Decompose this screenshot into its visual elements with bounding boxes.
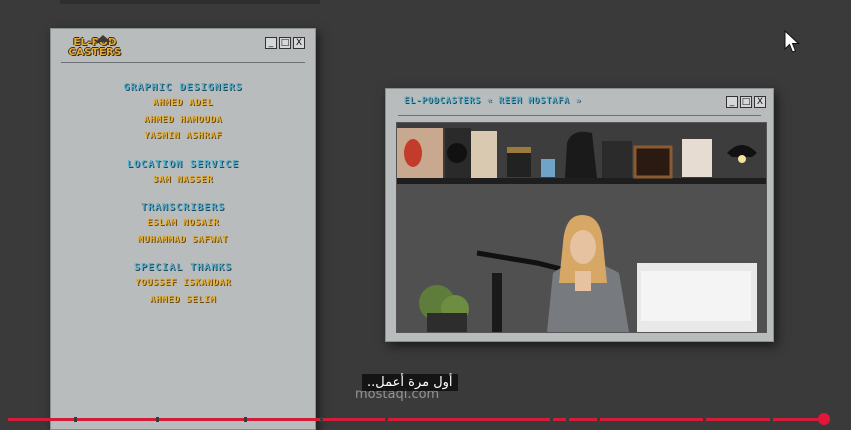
close-button[interactable]: X xyxy=(754,96,766,108)
chapter-marker xyxy=(703,417,706,422)
credits-list: GRAPHIC DESIGNERS AHMED ADEL AHMED HAMOU… xyxy=(51,81,315,321)
progress-played xyxy=(8,418,824,421)
credit-name: AHMED ADEL xyxy=(152,98,214,108)
chapter-marker xyxy=(770,417,773,422)
credit-name: AHMED HAMOUDA xyxy=(143,114,223,125)
section-title: GRAPHIC DESIGNERS xyxy=(123,82,243,93)
progress-scrubber-handle[interactable] xyxy=(818,413,830,425)
minimize-button[interactable]: _ xyxy=(265,37,277,49)
credit-name: YOUSSEF ISKANDAR xyxy=(134,278,232,288)
credits-window-controls: _ □ X xyxy=(265,37,305,49)
chapter-marker xyxy=(566,417,569,422)
credits-section-special-thanks: SPECIAL THANKS YOUSSEF ISKANDAR AHMED SE… xyxy=(51,261,315,308)
section-title: TRANSCRIBERS xyxy=(140,202,226,213)
video-window-controls: _ □ X xyxy=(726,96,766,108)
credit-name: YASMIN ASHRAF xyxy=(143,131,223,141)
credit-name: 3AM NASSER xyxy=(152,174,214,185)
credits-section-graphic-designers: GRAPHIC DESIGNERS AHMED ADEL AHMED HAMOU… xyxy=(51,81,315,145)
credit-name: MUHAMMAD SAFWAT xyxy=(137,234,229,245)
video-window: EL-PODCASTERS « REEM MOSTAFA » _ □ X xyxy=(385,88,774,342)
maximize-button[interactable]: □ xyxy=(279,37,291,49)
section-title: SPECIAL THANKS xyxy=(133,262,233,273)
credit-name: AHMED SELIM xyxy=(149,294,217,305)
section-title: LOCATION SERVICE xyxy=(126,158,240,170)
chapter-marker xyxy=(385,417,388,422)
top-edge-shadow xyxy=(60,0,320,4)
credits-section-transcribers: TRANSCRIBERS ESLAM NOSAIR MUHAMMAD SAFWA… xyxy=(51,201,315,248)
chapter-marker xyxy=(550,417,553,422)
credits-divider xyxy=(61,62,305,63)
mountain-icon xyxy=(95,35,111,42)
video-subtitle: أول مرة أعمل.. xyxy=(362,374,458,391)
chapter-marker xyxy=(597,417,600,422)
video-window-title: EL-PODCASTERS « REEM MOSTAFA » xyxy=(404,96,582,106)
credit-name: ESLAM NOSAIR xyxy=(146,218,220,228)
video-frame[interactable] xyxy=(396,122,767,333)
video-divider xyxy=(398,115,761,116)
logo-text-line-2: CASTERS xyxy=(68,47,122,58)
video-progress-bar[interactable] xyxy=(0,413,851,425)
elpodcasters-logo: EL-POD CASTERS xyxy=(63,35,127,58)
maximize-button[interactable]: □ xyxy=(740,96,752,108)
podcast-scene-illustration xyxy=(397,123,766,332)
minimize-button[interactable]: _ xyxy=(726,96,738,108)
credits-section-location-service: LOCATION SERVICE 3AM NASSER xyxy=(51,158,315,189)
chapter-marker xyxy=(156,417,159,422)
mouse-cursor-icon xyxy=(784,30,800,53)
close-button[interactable]: X xyxy=(293,37,305,49)
chapter-marker xyxy=(244,417,247,422)
chapter-marker xyxy=(320,417,323,422)
chapter-marker xyxy=(74,417,77,422)
credits-window: EL-POD CASTERS _ □ X GRAPHIC DESIGNERS A… xyxy=(50,28,316,430)
